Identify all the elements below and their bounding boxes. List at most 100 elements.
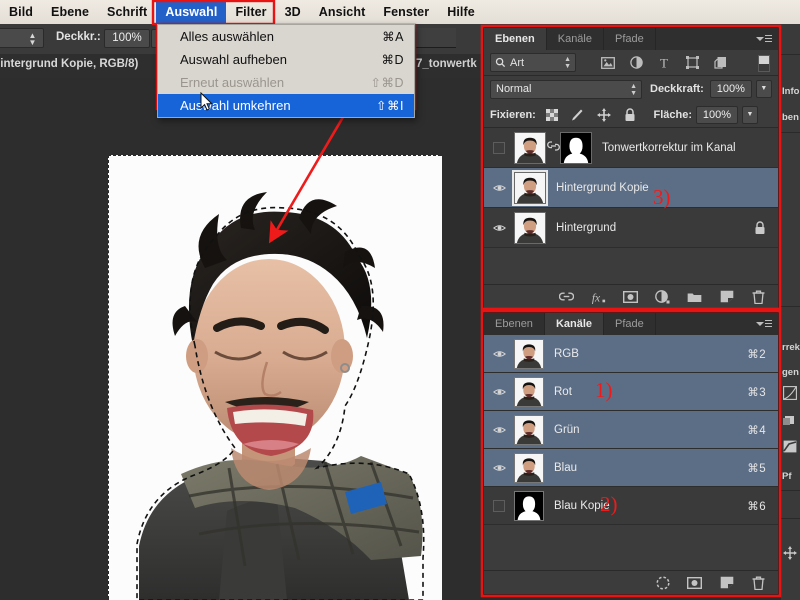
right-dock-strip[interactable]: Info ben rrek gen Pf Too [781,24,800,600]
dock-label-einstellungen[interactable]: gen [782,367,799,378]
menu-item-ansicht[interactable]: Ansicht [310,1,375,24]
layers-panel-tab-ebenen[interactable]: Ebenen [484,28,547,50]
delete-layer-icon[interactable] [751,289,766,304]
channels-panel-tab-ebenen[interactable]: Ebenen [484,313,545,335]
dock-label-info[interactable]: Info [782,86,799,97]
channel-thumbnail[interactable] [514,376,544,407]
channel-row[interactable]: RGB ⌘2 [484,335,778,373]
channel-visibility-toggle[interactable] [484,425,514,435]
menu-item-auswahl[interactable]: Auswahl [156,0,227,24]
layer-thumbnail[interactable] [512,169,548,206]
menu-item-ebene[interactable]: Ebene [42,1,98,24]
visibility-eye-icon[interactable] [492,463,506,473]
channel-visibility-toggle[interactable] [484,349,514,359]
layer-visibility-toggle[interactable] [484,141,514,154]
layers-panel-menu-icon[interactable] [756,33,772,45]
image-document[interactable] [108,155,442,600]
add-mask-icon[interactable] [623,289,638,304]
new-adjustment-icon[interactable] [655,289,670,304]
channels-panel-menu-icon[interactable] [756,318,772,330]
layers-panel-tab-pfade[interactable]: Pfade [604,28,656,50]
visibility-eye-icon[interactable] [492,425,506,435]
shape-filter-icon[interactable] [685,56,699,70]
channel-row[interactable]: Rot ⌘3 [484,373,778,411]
link-layers-icon[interactable] [559,289,574,304]
adjustment-filter-icon[interactable] [629,56,643,70]
dock-label-pfade[interactable]: Pf [782,471,792,482]
channel-thumbnail[interactable] [514,414,544,445]
tool-size-stepper[interactable]: ▲ ▼ [0,28,44,48]
canvas-area[interactable] [0,78,480,600]
layer-row[interactable]: Tonwertkorrektur im Kanal [484,128,778,168]
layer-style-fx-icon[interactable]: fx [591,289,606,304]
delete-channel-icon[interactable] [751,575,766,590]
layers-panel-tab-kanäle[interactable]: Kanäle [547,28,604,50]
document-tab-title[interactable]: 7_tonwertk [416,58,477,70]
visibility-eye-icon[interactable] [492,183,506,193]
layer-thumbnail[interactable] [514,211,546,244]
levels-adjustment-icon[interactable] [783,440,798,455]
channel-visibility-toggle[interactable] [484,463,514,473]
visibility-eye-icon[interactable] [492,349,506,359]
filter-enable-toggle[interactable] [758,55,770,72]
new-layer-icon[interactable] [719,289,734,304]
menu-option-3[interactable]: Auswahl umkehren ⇧⌘I [158,94,414,117]
channel-row[interactable]: Blau Kopie ⌘6 [484,487,778,525]
new-group-icon[interactable] [687,289,702,304]
lock-all-icon[interactable] [623,107,637,122]
channel-thumbnail[interactable] [514,452,544,483]
menu-item-bild[interactable]: Bild [0,1,42,24]
layer-thumbnail[interactable] [514,131,546,164]
lock-position-icon[interactable] [596,107,611,122]
save-selection-as-channel-icon[interactable] [687,575,702,590]
menu-item-filter[interactable]: Filter [226,1,275,24]
lock-transparency-icon[interactable] [545,108,559,122]
layer-opacity-input[interactable]: 100% [709,80,752,98]
new-channel-icon[interactable] [719,575,734,590]
pixel-filter-icon[interactable] [601,56,615,70]
smartobject-filter-icon[interactable] [713,56,727,70]
channel-thumbnail[interactable] [514,338,544,369]
menu-item-schrift[interactable]: Schrift [98,1,156,24]
curves-adjustment-icon[interactable] [783,386,798,401]
menu-item-hilfe[interactable]: Hilfe [438,1,484,24]
dock-label-korrekturen[interactable]: rrek [782,342,800,353]
visibility-off-box[interactable] [493,499,505,512]
channels-panel-tab-kanäle[interactable]: Kanäle [544,313,605,335]
menu-item-3d[interactable]: 3D [276,1,310,24]
load-channel-selection-icon[interactable] [655,575,670,590]
lock-image-icon[interactable] [571,108,585,122]
blend-mode-select[interactable]: Normal ▲ ▼ [490,79,642,99]
layer-visibility-toggle[interactable] [484,223,514,233]
channels-panel[interactable]: Ebenen Kanäle Pfade RGB ⌘2 Rot ⌘3 Grün ⌘4 Blau ⌘5… [483,312,779,595]
fill-input[interactable]: 100% [696,105,738,124]
channel-row[interactable]: Grün ⌘4 [484,411,778,449]
layer-opacity-dropdown-icon[interactable]: ▼ [755,80,772,98]
channels-panel-tab-pfade[interactable]: Pfade [604,313,656,335]
fill-dropdown-icon[interactable]: ▼ [742,105,758,124]
mask-link-icon[interactable] [546,139,560,153]
opacity-input[interactable]: 100% [104,29,150,48]
filter-kind-select[interactable]: Art ▲ ▼ [490,53,576,72]
channel-visibility-toggle[interactable] [484,387,514,397]
dock-label-ebenen[interactable]: ben [782,112,799,123]
layer-visibility-toggle[interactable] [484,183,514,193]
channel-mixer-icon[interactable] [783,414,798,429]
channel-thumbnail[interactable] [514,490,544,521]
mask-link-icon-wrap[interactable] [546,139,560,156]
visibility-eye-icon[interactable] [492,223,506,233]
menu-option-0[interactable]: Alles auswählen ⌘A [158,25,414,48]
type-filter-icon[interactable]: T [657,56,671,70]
move-tool-icon[interactable] [783,546,798,561]
layer-row[interactable]: Hintergrund Kopie [484,168,778,208]
menu-option-1[interactable]: Auswahl aufheben ⌘D [158,48,414,71]
channel-row[interactable]: Blau ⌘5 [484,449,778,487]
auswahl-dropdown-menu[interactable]: Alles auswählen ⌘A Auswahl aufheben ⌘D Erneu… [157,24,415,118]
visibility-eye-icon[interactable] [492,387,506,397]
channel-visibility-toggle[interactable] [484,499,514,512]
visibility-off-box[interactable] [493,141,505,154]
menu-item-fenster[interactable]: Fenster [374,1,438,24]
layer-mask-thumbnail[interactable] [560,131,592,164]
layers-panel[interactable]: Ebenen Kanäle Pfade Art ▲ ▼ T Normal ▲ ▼… [483,27,779,309]
layer-row[interactable]: Hintergrund [484,208,778,248]
